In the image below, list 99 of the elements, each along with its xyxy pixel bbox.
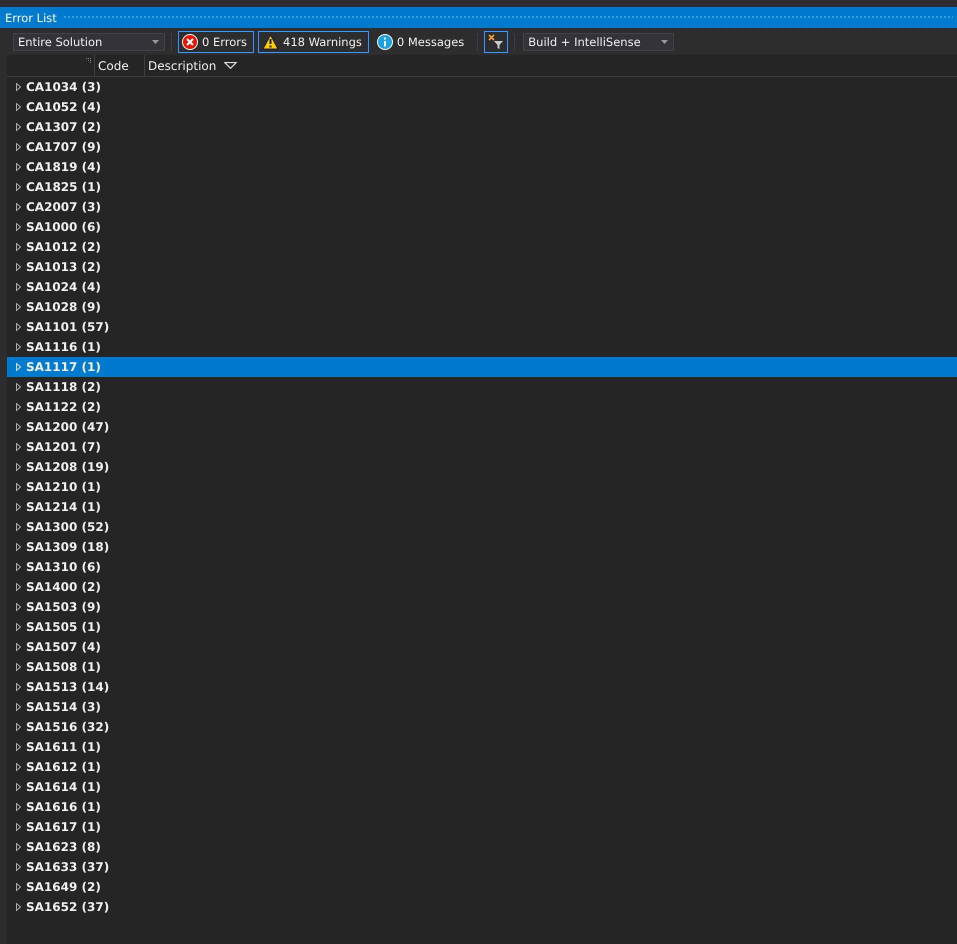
group-row[interactable]: SA1513 (14) xyxy=(7,677,957,697)
group-row[interactable]: SA1101 (57) xyxy=(7,317,957,337)
filter-button[interactable]: 0 Errors xyxy=(178,30,254,52)
expand-arrow-icon xyxy=(16,903,21,911)
group-row[interactable]: SA1310 (6) xyxy=(7,557,957,577)
group-row[interactable]: SA1116 (1) xyxy=(7,337,957,357)
expand-arrow-icon xyxy=(16,883,21,891)
group-row[interactable]: CA1034 (3) xyxy=(7,77,957,97)
expand-arrow-icon xyxy=(16,643,21,651)
expand-arrow-icon xyxy=(16,143,21,151)
expand-arrow-icon xyxy=(16,603,21,611)
expand-arrow-icon xyxy=(16,183,21,191)
group-row[interactable]: SA1633 (37) xyxy=(7,857,957,877)
clear-filter-button[interactable] xyxy=(484,30,508,52)
expand-arrow-icon xyxy=(16,363,21,371)
filter-button[interactable]: 418 Warnings xyxy=(258,30,369,52)
expand-arrow-icon xyxy=(16,523,21,531)
expand-arrow-icon xyxy=(16,123,21,131)
caret-icon xyxy=(661,40,668,44)
expand-arrow-icon xyxy=(16,263,21,271)
expand-arrow-icon xyxy=(16,703,21,711)
column-header[interactable]: Code xyxy=(95,55,145,76)
expand-arrow-icon xyxy=(16,723,21,731)
group-row[interactable]: SA1612 (1) xyxy=(7,757,957,777)
expand-arrow-icon xyxy=(16,843,21,851)
group-row[interactable]: SA1616 (1) xyxy=(7,797,957,817)
expand-arrow-icon xyxy=(16,503,21,511)
group-row[interactable]: CA1307 (2) xyxy=(7,117,957,137)
expand-arrow-icon xyxy=(16,583,21,591)
group-row[interactable]: SA1117 (1) xyxy=(7,357,957,377)
group-row[interactable]: SA1000 (6) xyxy=(7,217,957,237)
expand-arrow-icon xyxy=(16,683,21,691)
expand-arrow-icon xyxy=(16,323,21,331)
filter-button[interactable]: 0 Messages xyxy=(372,30,472,52)
group-row[interactable]: SA1214 (1) xyxy=(7,497,957,517)
expand-arrow-icon xyxy=(16,443,21,451)
expand-arrow-icon xyxy=(16,343,21,351)
group-row[interactable]: SA1309 (18) xyxy=(7,537,957,557)
expand-arrow-icon xyxy=(16,283,21,291)
group-row[interactable]: SA1028 (9) xyxy=(7,297,957,317)
expand-arrow-icon xyxy=(16,103,21,111)
expand-arrow-icon xyxy=(16,663,21,671)
group-row[interactable]: SA1617 (1) xyxy=(7,817,957,837)
expand-arrow-icon xyxy=(16,223,21,231)
expand-arrow-icon xyxy=(16,243,21,251)
group-row[interactable]: SA1652 (37) xyxy=(7,897,957,917)
expand-arrow-icon xyxy=(16,863,21,871)
group-row[interactable]: SA1508 (1) xyxy=(7,657,957,677)
warning-icon xyxy=(262,34,279,50)
expand-arrow-icon xyxy=(16,203,21,211)
group-row[interactable]: SA1118 (2) xyxy=(7,377,957,397)
scope-dropdown[interactable]: Entire Solution xyxy=(13,32,165,50)
group-row[interactable]: SA1024 (4) xyxy=(7,277,957,297)
expand-arrow-icon xyxy=(16,763,21,771)
group-row[interactable]: SA1208 (19) xyxy=(7,457,957,477)
expand-arrow-icon xyxy=(16,543,21,551)
group-row[interactable]: CA1819 (4) xyxy=(7,157,957,177)
expand-arrow-icon xyxy=(16,303,21,311)
group-row[interactable]: SA1210 (1) xyxy=(7,477,957,497)
expand-arrow-icon xyxy=(16,563,21,571)
group-row[interactable]: CA1707 (9) xyxy=(7,137,957,157)
expand-arrow-icon xyxy=(16,403,21,411)
group-row[interactable]: CA1825 (1) xyxy=(7,177,957,197)
group-row[interactable]: SA1013 (2) xyxy=(7,257,957,277)
group-row[interactable]: SA1400 (2) xyxy=(7,577,957,597)
group-row[interactable]: SA1614 (1) xyxy=(7,777,957,797)
expand-arrow-icon xyxy=(16,463,21,471)
expand-arrow-icon xyxy=(16,803,21,811)
source-dropdown[interactable]: Build + IntelliSense xyxy=(523,32,674,50)
expand-arrow-icon xyxy=(16,383,21,391)
expand-arrow-icon xyxy=(16,483,21,491)
group-row[interactable]: SA1649 (2) xyxy=(7,877,957,897)
expand-arrow-icon xyxy=(16,743,21,751)
column-header[interactable]: Description xyxy=(145,55,240,76)
error-icon xyxy=(182,34,198,50)
group-row[interactable]: CA1052 (4) xyxy=(7,97,957,117)
group-row[interactable]: SA1516 (32) xyxy=(7,717,957,737)
group-row[interactable]: SA1300 (52) xyxy=(7,517,957,537)
expand-arrow-icon xyxy=(16,83,21,91)
expand-arrow-icon xyxy=(16,163,21,171)
group-row[interactable]: SA1507 (4) xyxy=(7,637,957,657)
group-row[interactable]: SA1122 (2) xyxy=(7,397,957,417)
group-row[interactable]: CA2007 (3) xyxy=(7,197,957,217)
expand-arrow-icon xyxy=(16,783,21,791)
group-row[interactable]: SA1611 (1) xyxy=(7,737,957,757)
info-icon xyxy=(376,34,393,50)
group-row[interactable]: SA1505 (1) xyxy=(7,617,957,637)
group-row[interactable]: SA1503 (9) xyxy=(7,597,957,617)
expand-arrow-icon xyxy=(16,623,21,631)
caret-icon xyxy=(152,40,159,44)
filter-clear-icon xyxy=(488,34,504,50)
window-title: Error List xyxy=(5,10,57,24)
expand-arrow-icon xyxy=(16,823,21,831)
group-row[interactable]: SA1200 (47) xyxy=(7,417,957,437)
group-row[interactable]: SA1623 (8) xyxy=(7,837,957,857)
group-row[interactable]: SA1201 (7) xyxy=(7,437,957,457)
group-row[interactable]: SA1514 (3) xyxy=(7,697,957,717)
group-row[interactable]: SA1012 (2) xyxy=(7,237,957,257)
expand-arrow-icon xyxy=(16,423,21,431)
